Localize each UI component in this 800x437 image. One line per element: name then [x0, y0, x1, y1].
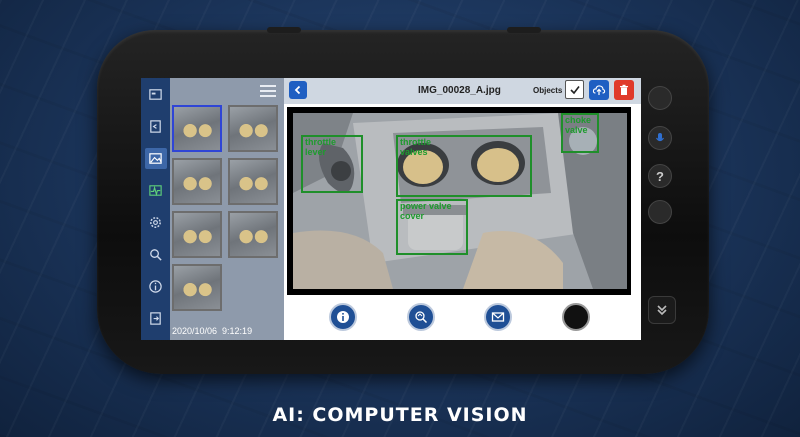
- action-bar: [284, 295, 641, 340]
- microphone-icon: [656, 133, 664, 142]
- rail-device-button[interactable]: [145, 84, 167, 105]
- rail-camera-button[interactable]: [145, 116, 167, 137]
- thumbnail[interactable]: [228, 105, 278, 152]
- image-viewer: IMG_00028_A.jpg Objects throttle lever t…: [284, 78, 641, 340]
- bumper-nub: [507, 27, 541, 33]
- rail-waveform-button[interactable]: [145, 180, 167, 201]
- delete-button[interactable]: [614, 80, 634, 100]
- camera-icon: [150, 120, 161, 133]
- chevron-left-icon: [294, 85, 301, 95]
- power-button[interactable]: [648, 86, 672, 110]
- thumbnail[interactable]: [172, 264, 222, 311]
- expand-button[interactable]: [648, 296, 676, 324]
- detection-label: power valve cover: [400, 201, 452, 221]
- objects-checkbox[interactable]: [565, 80, 584, 99]
- waveform-icon: [149, 185, 162, 197]
- filename: IMG_00028_A.jpg: [418, 85, 501, 96]
- settings-icon: [150, 217, 161, 228]
- help-button[interactable]: ?: [648, 164, 672, 188]
- thumbnail[interactable]: [172, 211, 222, 258]
- device-icon: [149, 89, 162, 100]
- trash-icon: [620, 84, 628, 95]
- video-caption: AI: COMPUTER VISION: [272, 404, 528, 426]
- gallery-icon: [149, 153, 162, 164]
- exit-icon: [150, 312, 161, 325]
- upload-button[interactable]: [589, 80, 609, 100]
- back-button[interactable]: [289, 81, 307, 99]
- microphone-button[interactable]: [648, 126, 672, 150]
- cloud-upload-icon: [592, 85, 606, 95]
- help-icon: ?: [656, 168, 664, 184]
- detection-label: choke valve: [565, 115, 592, 135]
- info-button[interactable]: [329, 303, 357, 331]
- thumbnail[interactable]: [172, 158, 222, 205]
- rail-gallery-button[interactable]: [144, 148, 167, 169]
- timestamp: 2020/10/06 9:12:19: [172, 326, 253, 336]
- screen: 2020/10/06 9:12:19 IMG_00028_A.jpg Objec…: [141, 78, 641, 340]
- thumbnail-panel: 2020/10/06 9:12:19: [170, 78, 284, 340]
- info-icon: [337, 311, 349, 323]
- thumbnail[interactable]: [172, 105, 222, 152]
- double-chevron-down-icon: [657, 305, 667, 316]
- rail-search-button[interactable]: [145, 244, 167, 265]
- photo-frame: throttle lever throttle valves choke val…: [287, 107, 631, 295]
- record-button[interactable]: [562, 303, 590, 331]
- assist-icon: [415, 311, 428, 324]
- checkmark-icon: [569, 85, 580, 94]
- rail-info-button[interactable]: [145, 276, 167, 297]
- mail-button[interactable]: [484, 303, 512, 331]
- assist-button[interactable]: [407, 303, 435, 331]
- rail-settings-button[interactable]: [145, 212, 167, 233]
- objects-label: Objects: [533, 86, 563, 95]
- left-rail: [141, 78, 170, 340]
- thumbnail[interactable]: [228, 211, 278, 258]
- search-icon: [150, 249, 162, 261]
- side-button[interactable]: [648, 200, 672, 224]
- thumbnail[interactable]: [228, 158, 278, 205]
- carburetor-photo[interactable]: throttle lever throttle valves choke val…: [293, 113, 627, 289]
- rail-exit-button[interactable]: [145, 308, 167, 329]
- mail-icon: [491, 312, 505, 322]
- viewer-toolbar: IMG_00028_A.jpg Objects: [284, 78, 641, 104]
- menu-icon[interactable]: [260, 85, 276, 97]
- info-icon: [149, 280, 162, 293]
- detection-label: throttle lever: [305, 137, 336, 157]
- detection-label: throttle valves: [400, 137, 431, 157]
- bumper-nub: [267, 27, 301, 33]
